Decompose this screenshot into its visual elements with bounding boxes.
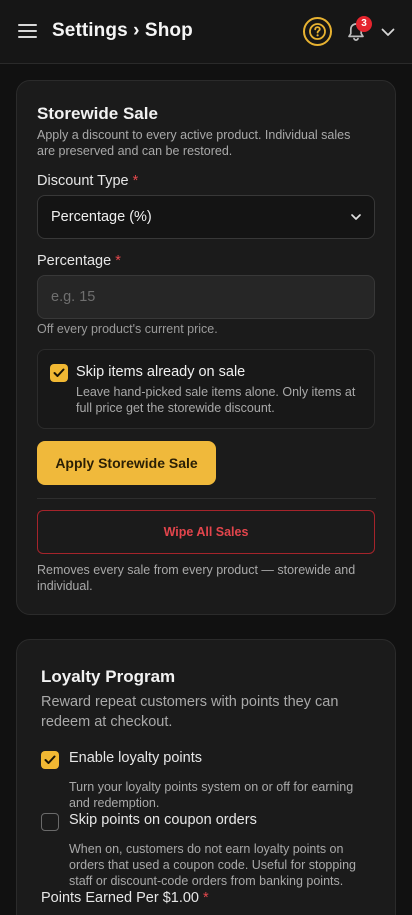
enable-loyalty-description: Turn your loyalty points system on or of… [69,780,354,810]
percentage-input[interactable] [37,275,375,319]
discount-type-value: Percentage (%) [51,209,152,225]
page-title: Settings › Shop [52,20,193,41]
required-mark: * [203,890,209,906]
storewide-sale-card: Storewide Sale Apply a discount to every… [16,80,396,615]
discount-type-select[interactable]: Percentage (%) [37,195,375,239]
skip-sale-title: Skip items already on sale [76,364,246,380]
skip-sale-option: Skip items already on sale Leave hand-pi… [37,349,375,429]
required-mark: * [115,253,121,269]
loyalty-program-card: Loyalty Program Reward repeat customers … [16,639,396,915]
checkmark-icon [53,368,65,377]
chevron-down-icon [351,214,361,220]
top-bar: Settings › Shop 3 [0,0,412,64]
checkmark-icon [44,755,56,764]
enable-loyalty-label: Enable loyalty points [69,750,202,766]
loyalty-description: Reward repeat customers with points they… [41,694,339,730]
enable-loyalty-checkbox[interactable] [41,751,59,769]
divider [37,498,376,499]
skip-coupon-checkbox[interactable] [41,813,59,831]
skip-coupon-description: When on, customers do not earn loyalty p… [69,842,356,888]
percentage-label-text: Percentage [37,253,112,269]
wipe-description: Removes every sale from every product — … [37,563,356,593]
storewide-sale-description: Apply a discount to every active product… [37,128,351,158]
notification-badge: 3 [356,16,372,32]
required-mark: * [132,173,139,189]
menu-icon[interactable] [18,23,38,41]
percentage-label: Percentage * [37,253,121,269]
skip-sale-description: Leave hand-picked sale items alone. Only… [76,385,356,415]
discount-type-label-text: Discount Type [37,173,129,189]
discount-type-label: Discount Type * [37,173,138,189]
percentage-hint: Off every product's current price. [37,322,218,336]
skip-sale-checkbox[interactable] [50,364,68,382]
apply-storewide-sale-button[interactable]: Apply Storewide Sale [37,441,216,485]
storewide-sale-title: Storewide Sale [37,104,158,123]
wipe-all-sales-button[interactable]: Wipe All Sales [37,510,375,554]
chevron-down-icon[interactable] [380,25,396,39]
skip-coupon-label: Skip points on coupon orders [69,812,257,828]
points-per-dollar-label-text: Points Earned Per $1.00 [41,890,199,906]
help-icon[interactable] [303,17,332,46]
points-per-dollar-label: Points Earned Per $1.00 * [41,890,209,906]
loyalty-title: Loyalty Program [41,667,176,686]
